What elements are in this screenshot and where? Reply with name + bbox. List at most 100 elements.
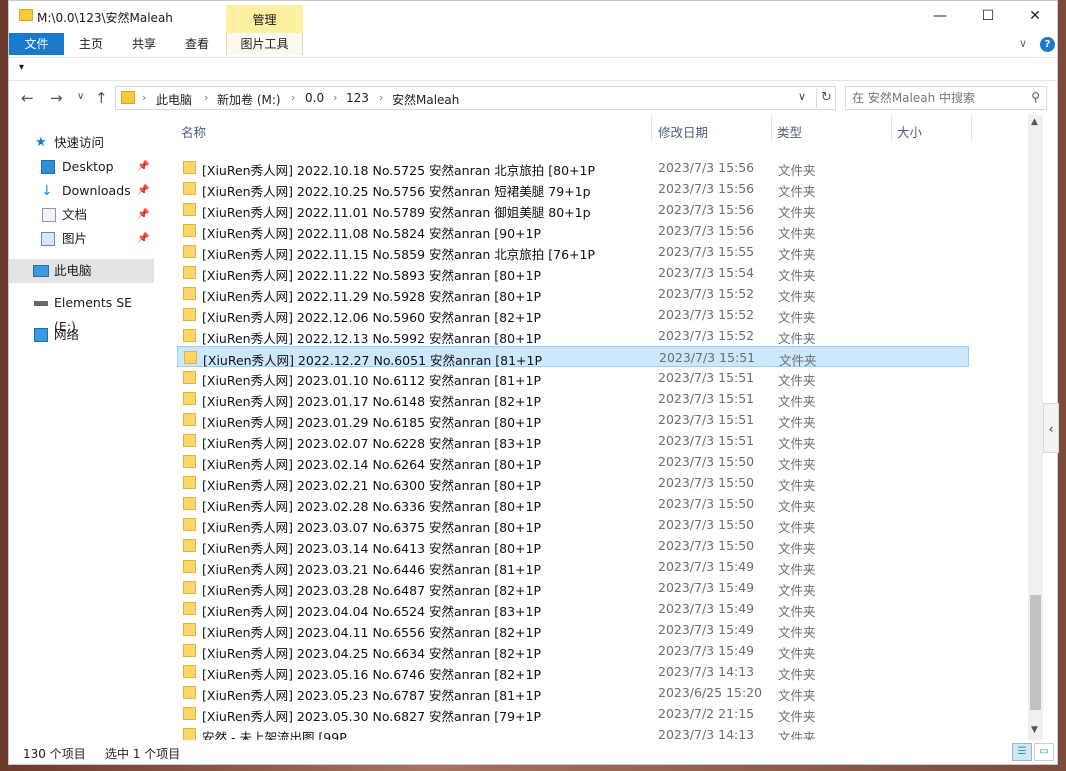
pin-icon[interactable]: 📌 xyxy=(137,179,149,203)
chevron-right-icon[interactable]: › xyxy=(204,91,208,104)
file-type: 文件夹 xyxy=(778,688,816,703)
refresh-icon[interactable]: ↻ xyxy=(816,88,836,108)
breadcrumb-volume[interactable]: 新加卷 (M:) xyxy=(217,91,281,108)
forward-arrow-icon[interactable]: → xyxy=(50,89,63,107)
tab-home[interactable]: 主页 xyxy=(67,33,115,55)
table-row[interactable]: [XiuRen秀人网] 2023.04.25 No.6634 安然anran [… xyxy=(177,640,969,661)
column-name[interactable]: 名称 xyxy=(181,122,206,141)
nav-pictures[interactable]: 图片 📌 xyxy=(9,227,154,251)
scroll-down-icon[interactable]: ▼ xyxy=(1031,725,1038,735)
table-row[interactable]: [XiuRen秀人网] 2022.11.29 No.5928 安然anran [… xyxy=(177,283,969,304)
collapse-pane-handle[interactable]: ‹ xyxy=(1043,403,1059,453)
tab-share[interactable]: 共享 xyxy=(120,33,168,55)
column-size[interactable]: 大小 xyxy=(897,122,922,141)
table-row[interactable]: [XiuRen秀人网] 2023.02.21 No.6300 安然anran [… xyxy=(177,472,969,493)
table-row[interactable]: [XiuRen秀人网] 2023.01.10 No.6112 安然anran [… xyxy=(177,367,969,388)
tab-picture-tools[interactable]: 图片工具 xyxy=(226,33,303,55)
nav-drive-e[interactable]: Elements SE (E:) xyxy=(9,291,154,334)
table-row[interactable]: [XiuRen秀人网] 2023.05.30 No.6827 安然anran [… xyxy=(177,703,969,724)
breadcrumb-folder-00[interactable]: 0.0 xyxy=(305,91,324,105)
table-row[interactable]: [XiuRen秀人网] 2022.12.06 No.5960 安然anran [… xyxy=(177,304,969,325)
file-type: 文件夹 xyxy=(778,415,816,430)
search-input[interactable] xyxy=(852,88,1022,108)
file-type: 文件夹 xyxy=(778,457,816,472)
table-row[interactable]: [XiuRen秀人网] 2022.10.25 No.5756 安然anran 短… xyxy=(177,178,969,199)
tab-manage[interactable]: 管理 xyxy=(226,5,303,33)
breadcrumb-this-pc[interactable]: 此电脑 xyxy=(156,91,192,108)
table-row[interactable]: [XiuRen秀人网] 2022.11.01 No.5789 安然anran 御… xyxy=(177,199,969,220)
address-bar[interactable]: › 此电脑 › 新加卷 (M:) › 0.0 › 123 › 安然Maleah … xyxy=(115,86,836,110)
ribbon-tabs: 文件 主页 共享 查看 图片工具 ∨ ? xyxy=(9,33,1057,55)
scroll-up-icon[interactable]: ▲ xyxy=(1031,117,1038,127)
chevron-down-icon[interactable]: ∨ xyxy=(798,90,806,103)
maximize-button[interactable]: ☐ xyxy=(965,1,1011,31)
chevron-right-icon[interactable]: › xyxy=(379,91,383,104)
pin-icon[interactable]: 📌 xyxy=(137,227,149,251)
table-row[interactable]: [XiuRen秀人网] 2023.03.07 No.6375 安然anran [… xyxy=(177,514,969,535)
table-row[interactable]: [XiuRen秀人网] 2023.02.14 No.6264 安然anran [… xyxy=(177,451,969,472)
column-date[interactable]: 修改日期 xyxy=(658,122,708,141)
table-row[interactable]: [XiuRen秀人网] 2023.01.17 No.6148 安然anran [… xyxy=(177,388,969,409)
up-arrow-icon[interactable]: ↑ xyxy=(95,89,108,107)
nav-network[interactable]: 网络 xyxy=(9,323,154,347)
breadcrumb-folder-123[interactable]: 123 xyxy=(346,91,369,105)
table-row[interactable]: [XiuRen秀人网] 2023.02.28 No.6336 安然anran [… xyxy=(177,493,969,514)
thumbnails-view-icon[interactable]: ▭ xyxy=(1034,743,1054,761)
recent-locations-icon[interactable]: ∨ xyxy=(77,91,84,102)
table-row[interactable]: [XiuRen秀人网] 2023.05.16 No.6746 安然anran [… xyxy=(177,661,969,682)
help-icon[interactable]: ? xyxy=(1040,37,1055,52)
table-row[interactable]: [XiuRen秀人网] 2023.03.28 No.6487 安然anran [… xyxy=(177,577,969,598)
nav-quick-access[interactable]: ★ 快速访问 xyxy=(9,131,154,155)
column-divider[interactable] xyxy=(771,115,772,141)
table-row[interactable]: [XiuRen秀人网] 2022.11.08 No.5824 安然anran [… xyxy=(177,220,969,241)
column-divider[interactable] xyxy=(971,115,972,141)
close-button[interactable]: ✕ xyxy=(1012,1,1058,31)
folder-icon xyxy=(183,245,196,258)
tab-view[interactable]: 查看 xyxy=(173,33,221,55)
table-row-selected[interactable]: [XiuRen秀人网] 2022.12.27 No.6051 安然anran [… xyxy=(177,346,969,368)
table-row[interactable]: [XiuRen秀人网] 2022.12.13 No.5992 安然anran [… xyxy=(177,325,969,346)
minimize-button[interactable]: — xyxy=(917,1,963,31)
nav-desktop[interactable]: Desktop 📌 xyxy=(9,155,154,179)
table-row[interactable]: [XiuRen秀人网] 2023.03.14 No.6413 安然anran [… xyxy=(177,535,969,556)
nav-this-pc[interactable]: 此电脑 xyxy=(9,259,154,283)
table-row[interactable]: [XiuRen秀人网] 2023.02.07 No.6228 安然anran [… xyxy=(177,430,969,451)
table-row[interactable]: [XiuRen秀人网] 2022.11.22 No.5893 安然anran [… xyxy=(177,262,969,283)
table-row[interactable]: [XiuRen秀人网] 2022.10.18 No.5725 安然anran 北… xyxy=(177,157,969,178)
nav-documents[interactable]: 文档 📌 xyxy=(9,203,154,227)
folder-icon xyxy=(183,287,196,300)
breadcrumb-current[interactable]: 安然Maleah xyxy=(392,91,459,108)
customize-toolbar-icon[interactable]: ▾ xyxy=(19,62,24,73)
table-row[interactable]: [XiuRen秀人网] 2023.05.23 No.6787 安然anran [… xyxy=(177,682,969,703)
table-row[interactable]: [XiuRen秀人网] 2023.04.11 No.6556 安然anran [… xyxy=(177,619,969,640)
column-divider[interactable] xyxy=(651,115,652,141)
search-icon[interactable]: ⚲ xyxy=(1031,90,1040,104)
scroll-thumb[interactable] xyxy=(1030,595,1041,710)
chevron-right-icon[interactable]: › xyxy=(142,91,146,104)
chevron-right-icon[interactable]: › xyxy=(333,91,337,104)
chevron-right-icon[interactable]: › xyxy=(291,91,295,104)
search-box[interactable]: ⚲ xyxy=(845,86,1047,110)
folder-icon xyxy=(183,455,196,468)
table-row[interactable]: [XiuRen秀人网] 2023.03.21 No.6446 安然anran [… xyxy=(177,556,969,577)
file-date: 2023/7/3 15:49 xyxy=(658,559,755,574)
details-view-icon[interactable]: ☰ xyxy=(1012,743,1032,761)
table-row[interactable]: [XiuRen秀人网] 2023.01.29 No.6185 安然anran [… xyxy=(177,409,969,430)
file-name: [XiuRen秀人网] 2022.11.22 No.5893 安然anran [… xyxy=(202,268,542,283)
column-divider[interactable] xyxy=(891,115,892,141)
table-row[interactable]: 安然 - 未上架流出图 [99P 2023/7/3 14:13 文件夹 xyxy=(177,724,969,740)
pin-icon[interactable]: 📌 xyxy=(137,203,149,227)
tab-file[interactable]: 文件 xyxy=(9,33,64,55)
folder-icon xyxy=(183,539,196,552)
table-row[interactable]: [XiuRen秀人网] 2022.11.15 No.5859 安然anran 北… xyxy=(177,241,969,262)
back-arrow-icon[interactable]: ← xyxy=(21,89,34,107)
file-type: 文件夹 xyxy=(778,625,816,640)
expand-ribbon-icon[interactable]: ∨ xyxy=(1019,37,1027,50)
nav-downloads[interactable]: ↓ Downloads 📌 xyxy=(9,179,154,203)
vertical-scrollbar[interactable]: ▲ ▼ xyxy=(1028,115,1043,740)
file-name: [XiuRen秀人网] 2023.02.28 No.6336 安然anran [… xyxy=(202,499,542,514)
column-type[interactable]: 类型 xyxy=(777,122,802,141)
table-row[interactable]: [XiuRen秀人网] 2023.04.04 No.6524 安然anran [… xyxy=(177,598,969,619)
pin-icon[interactable]: 📌 xyxy=(137,155,149,179)
file-type: 文件夹 xyxy=(778,436,816,451)
